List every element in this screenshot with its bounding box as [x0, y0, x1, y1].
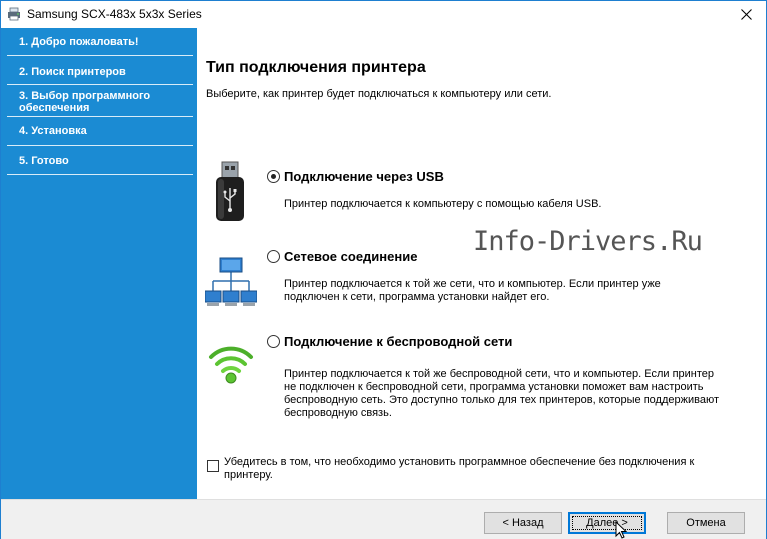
back-button[interactable]: < Назад [484, 512, 562, 534]
install-without-connection-checkbox[interactable] [207, 460, 219, 472]
cancel-button[interactable]: Отмена [667, 512, 745, 534]
usb-radio[interactable] [267, 170, 280, 183]
wifi-icon [209, 346, 253, 384]
page-title: Тип подключения принтера [206, 59, 426, 76]
step-select-software: 3. Выбор программного обеспечения [19, 90, 151, 114]
step-done: 5. Готово [19, 155, 69, 167]
step-divider [7, 174, 193, 175]
step-install: 4. Установка [19, 125, 87, 137]
usb-option-description: Принтер подключается к компьютеру с помо… [284, 198, 602, 210]
usb-drive-icon [216, 161, 244, 221]
steps-sidebar: 1. Добро пожаловать! 2. Поиск принтеров … [1, 28, 197, 499]
usb-option-label[interactable]: Подключение через USB [284, 169, 444, 184]
install-without-connection-label[interactable]: Убедитесь в том, что необходимо установи… [224, 456, 714, 482]
step-divider [7, 145, 193, 146]
network-radio[interactable] [267, 250, 280, 263]
next-button[interactable]: Далее > [568, 512, 646, 534]
network-option-label[interactable]: Сетевое соединение [284, 249, 417, 264]
network-option-description: Принтер подключается к той же сети, что … [284, 278, 661, 303]
page-subtitle: Выберите, как принтер будет подключаться… [206, 88, 552, 100]
step-divider [7, 84, 193, 85]
close-button[interactable] [726, 1, 766, 28]
step-divider [7, 55, 193, 56]
mouse-pointer-icon [615, 521, 628, 539]
wireless-radio[interactable] [267, 335, 280, 348]
printer-app-icon [8, 7, 20, 21]
close-icon [740, 9, 752, 20]
step-find-printers: 2. Поиск принтеров [19, 66, 126, 78]
installer-window: Samsung SCX-483x 5x3x Series 1. Добро по… [0, 0, 767, 539]
title-bar[interactable]: Samsung SCX-483x 5x3x Series [1, 1, 766, 28]
wireless-option-description: Принтер подключается к той же беспроводн… [284, 368, 720, 419]
button-bar: < Назад Далее > Отмена [1, 499, 766, 539]
watermark-text: Info-Drivers.Ru [473, 226, 703, 257]
wireless-option-label[interactable]: Подключение к беспроводной сети [284, 334, 512, 349]
window-title: Samsung SCX-483x 5x3x Series [27, 7, 202, 21]
step-welcome: 1. Добро пожаловать! [19, 36, 139, 48]
focus-rectangle [572, 516, 642, 530]
step-divider [7, 116, 193, 117]
network-icon [205, 257, 257, 306]
